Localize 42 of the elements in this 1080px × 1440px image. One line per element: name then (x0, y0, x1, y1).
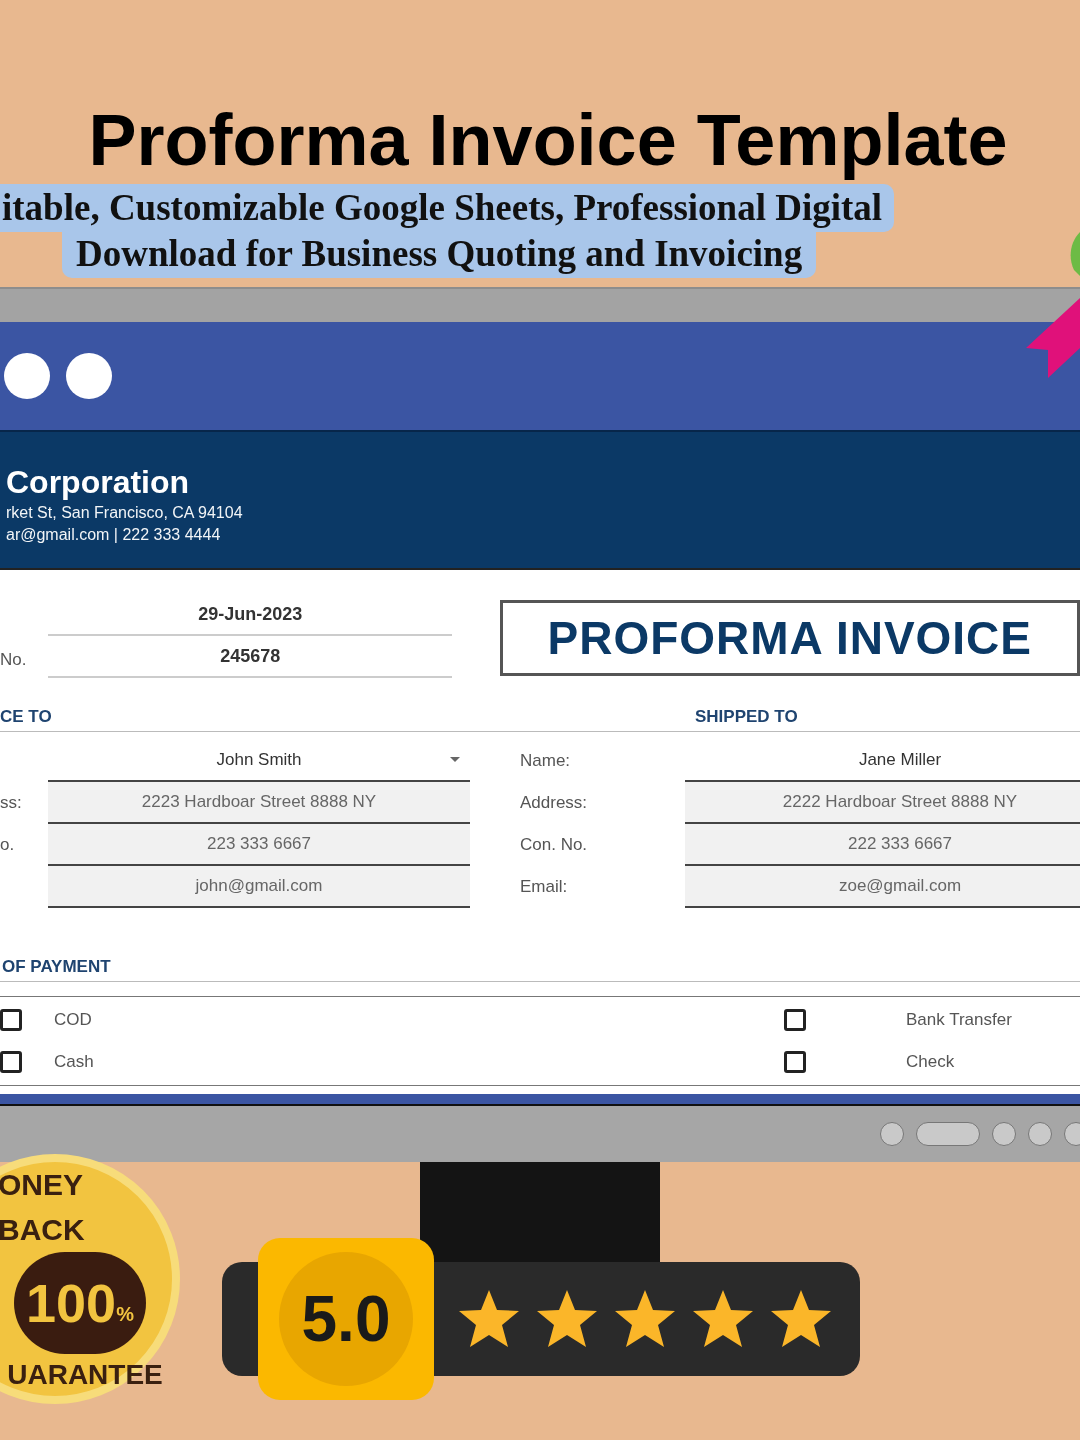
field-value: 29-Jun-2023 (48, 594, 453, 636)
option-label: COD (54, 1009, 92, 1032)
field-label: Address: (520, 792, 589, 815)
company-name: Corporation (6, 463, 191, 502)
seal-percent: % (116, 1303, 134, 1327)
input-field[interactable]: 222 333 6667 (685, 824, 1080, 866)
option-label: Check (906, 1051, 955, 1074)
star-icon (536, 1288, 598, 1350)
section-heading: CE TO (0, 705, 53, 728)
field-label: Con. No. (520, 834, 589, 857)
option-label: Cash (54, 1051, 94, 1074)
input-field[interactable]: 2223 Hardboar Street 8888 NY (48, 782, 470, 824)
option-label: Bank Transfer (906, 1009, 1012, 1032)
rating-score: 5.0 (279, 1252, 413, 1386)
star-icon (458, 1288, 520, 1350)
field-label: Name: (520, 750, 572, 773)
checkbox[interactable] (784, 1051, 806, 1073)
seal-number: 100 (26, 1271, 117, 1335)
input-field[interactable]: 2222 Hardboar Street 8888 NY (685, 782, 1080, 824)
seal-text: UARANTEE (7, 1358, 163, 1392)
checkbox[interactable] (784, 1009, 806, 1031)
field-label: Email: (520, 876, 569, 899)
seal-text: ONEY BACK (0, 1167, 86, 1248)
input-field[interactable]: zoe@gmail.com (685, 866, 1080, 908)
checkbox[interactable] (0, 1051, 22, 1073)
caret-icon (450, 757, 460, 762)
star-icon (614, 1288, 676, 1350)
section-heading: OF PAYMENT (0, 952, 1080, 982)
star-icon (692, 1288, 754, 1350)
star-icon (770, 1288, 832, 1350)
field-label: o. (0, 834, 16, 857)
input-field[interactable]: 223 333 6667 (48, 824, 470, 866)
checkbox[interactable] (0, 1009, 22, 1031)
input-field[interactable]: john@gmail.com (48, 866, 470, 908)
field-label: No. (0, 648, 28, 671)
section-heading: SHIPPED TO (695, 705, 798, 728)
document-title: PROFORMA INVOICE (500, 600, 1080, 676)
company-address: rket St, San Francisco, CA 94104 (6, 503, 244, 523)
field-label: ss: (0, 792, 23, 815)
page-title: Proforma Invoice Template (88, 99, 1008, 182)
field-value: 245678 (48, 636, 453, 678)
company-contact: ar@gmail.com | 222 333 4444 (6, 525, 222, 545)
